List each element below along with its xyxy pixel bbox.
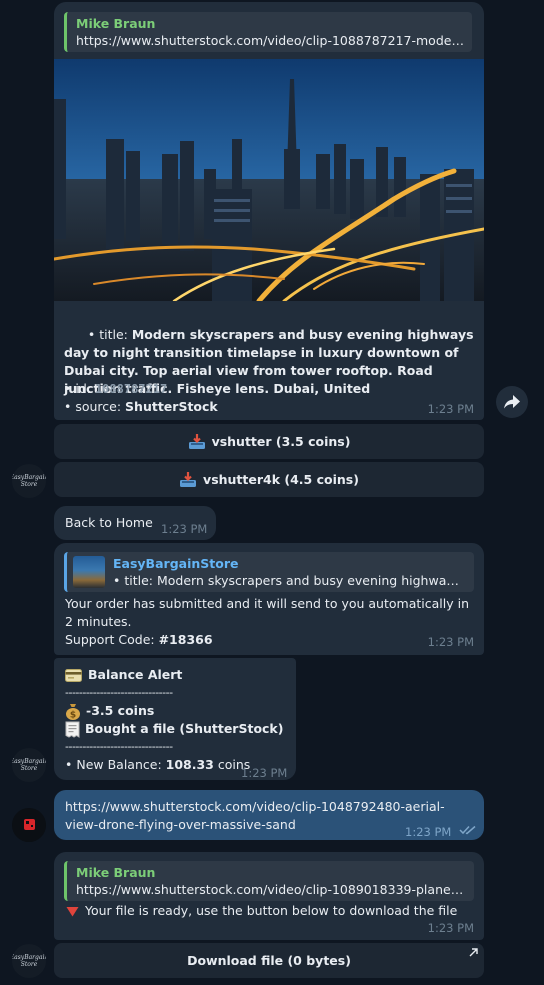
video-id-line: • id: 1088787217 <box>64 380 167 398</box>
reply-quote[interactable]: EasyBargainStore • title: Modern skyscra… <box>64 552 474 592</box>
vshutter-button[interactable]: vshutter (3.5 coins) <box>54 424 484 459</box>
user-avatar-icon <box>12 808 46 842</box>
reply-sender-name: Mike Braun <box>76 865 156 880</box>
video-id[interactable]: 1088787217 <box>95 382 167 396</box>
balance-alert-title-line: Balance Alert <box>65 666 182 684</box>
message-back-home[interactable]: Back to Home 1:23 PM <box>54 506 216 540</box>
vshutter4k-label: vshutter4k (4.5 coins) <box>203 472 359 487</box>
inbox-tray-icon <box>188 433 205 449</box>
source-label: • source: <box>64 399 126 414</box>
message-time: 1:23 PM <box>405 825 452 839</box>
action: Bought a file (ShutterStock) <box>85 721 284 736</box>
reply-quote[interactable]: Mike Braun https://www.shutterstock.com/… <box>64 12 472 52</box>
title-label: • title: <box>87 327 132 342</box>
forward-button[interactable] <box>496 386 528 418</box>
message-order-submitted[interactable]: EasyBargainStore • title: Modern skyscra… <box>54 543 484 655</box>
message-text: Back to Home <box>65 515 153 530</box>
reply-text: https://www.shutterstock.com/video/clip-… <box>76 33 464 48</box>
video-source-line: • source: ShutterStock <box>64 398 218 416</box>
video-thumbnail[interactable] <box>54 59 484 301</box>
balance-value: 108.33 <box>165 757 214 772</box>
reply-thumbnail <box>73 556 105 588</box>
support-code-line: Support Code: #18366 <box>65 631 213 649</box>
message-time: 1:23 PM <box>427 635 474 649</box>
divider: ------------------------------- <box>65 740 173 753</box>
video-source: ShutterStock <box>125 399 218 414</box>
download-file-label: Download file (0 bytes) <box>187 953 351 968</box>
message-text: Your order has submitted and it will sen… <box>65 596 473 629</box>
reply-sender-name: EasyBargainStore <box>113 556 239 571</box>
avatar[interactable]: EasyBargain Store <box>12 748 46 782</box>
message-text: Your file is ready, use the button below… <box>85 903 458 918</box>
vshutter4k-button[interactable]: vshutter4k (4.5 coins) <box>54 462 484 497</box>
avatar-logo-text: EasyBargain Store <box>12 758 46 772</box>
avatar[interactable] <box>12 808 46 842</box>
arrow-up-right-icon <box>469 948 478 957</box>
vshutter-label: vshutter (3.5 coins) <box>211 434 351 449</box>
message-file-ready[interactable]: Mike Braun https://www.shutterstock.com/… <box>54 852 484 940</box>
double-check-icon <box>459 825 476 835</box>
support-code: #18366 <box>158 632 213 647</box>
amount: -3.5 coins <box>86 703 155 718</box>
avatar-logo-text: EasyBargain Store <box>12 474 46 488</box>
forward-icon <box>504 395 520 409</box>
divider: ------------------------------- <box>65 686 173 699</box>
avatar[interactable]: EasyBargain Store <box>12 464 46 498</box>
red-triangle-down-icon <box>66 906 79 916</box>
receipt-icon <box>65 721 80 738</box>
balance-line: • New Balance: 108.33 coins <box>65 756 250 774</box>
support-code-label: Support Code: <box>65 632 159 647</box>
reply-text: • title: Modern skyscrapers and busy eve… <box>113 573 466 588</box>
money-bag-icon: $ <box>66 703 80 720</box>
message-outgoing-link[interactable]: https://www.shutterstock.com/video/clip-… <box>54 790 484 840</box>
chat-view: Mike Braun https://www.shutterstock.com/… <box>0 0 544 985</box>
message-balance-alert[interactable]: Balance Alert --------------------------… <box>54 658 296 780</box>
inbox-tray-icon <box>180 471 197 487</box>
balance-alert-title: Balance Alert <box>88 667 183 682</box>
message-video-info[interactable]: Mike Braun https://www.shutterstock.com/… <box>54 2 484 420</box>
amount-line: $ -3.5 coins <box>65 702 154 720</box>
avatar-logo-text: EasyBargain Store <box>12 954 46 968</box>
message-time: 1:23 PM <box>427 921 474 935</box>
message-time: 1:23 PM <box>241 766 288 780</box>
reply-quote[interactable]: Mike Braun https://www.shutterstock.com/… <box>64 861 474 901</box>
file-ready-line: Your file is ready, use the button below… <box>66 902 457 920</box>
svg-text:$: $ <box>70 710 76 720</box>
id-label: • id: <box>64 381 95 396</box>
message-time: 1:23 PM <box>161 522 208 536</box>
action-line: Bought a file (ShutterStock) <box>65 720 283 738</box>
credit-card-icon <box>65 668 82 682</box>
reply-text: https://www.shutterstock.com/video/clip-… <box>76 882 466 897</box>
avatar[interactable]: EasyBargain Store <box>12 944 46 978</box>
message-time: 1:23 PM <box>427 402 474 416</box>
download-file-button[interactable]: Download file (0 bytes) <box>54 943 484 978</box>
balance-label: • New Balance: <box>65 757 166 772</box>
reply-sender-name: Mike Braun <box>76 16 156 31</box>
